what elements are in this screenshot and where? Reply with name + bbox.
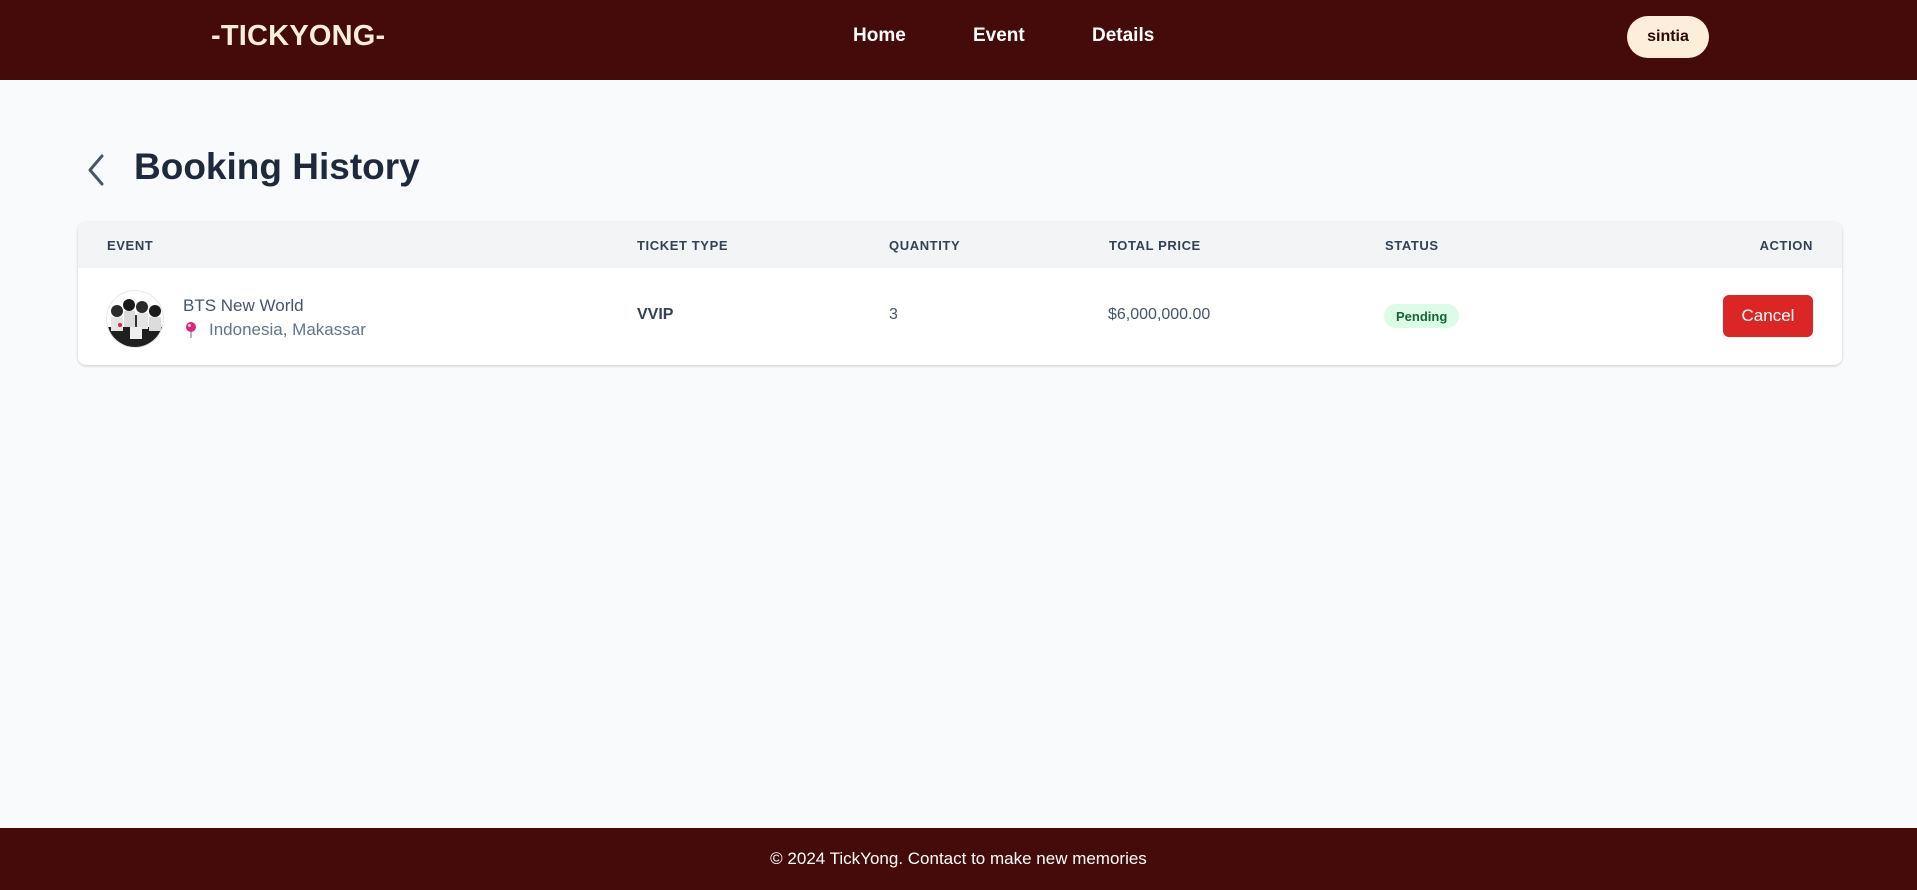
event-thumbnail-image (106, 290, 164, 348)
event-location: Indonesia, Makassar (183, 320, 366, 340)
top-navbar: -TICKYONG- Home Event Details sintia (0, 0, 1917, 80)
map-pin-icon (186, 322, 196, 338)
table-header: EVENT TICKET TYPE QUANTITY TOTAL PRICE S… (78, 222, 1842, 268)
nav-details-link[interactable]: Details (1092, 25, 1154, 47)
event-location-text: Indonesia, Makassar (209, 320, 366, 339)
quantity-cell: 3 (889, 306, 898, 323)
column-header-ticket-type: TICKET TYPE (637, 238, 729, 253)
booking-history-table: EVENT TICKET TYPE QUANTITY TOTAL PRICE S… (78, 222, 1842, 365)
column-header-quantity: QUANTITY (889, 238, 961, 253)
cancel-booking-button[interactable]: Cancel (1723, 295, 1813, 337)
column-header-status: STATUS (1385, 238, 1439, 253)
chevron-left-icon (88, 154, 104, 186)
column-header-action: ACTION (1759, 238, 1813, 253)
nav-home-link[interactable]: Home (853, 25, 906, 47)
user-menu-button[interactable]: sintia (1627, 16, 1709, 58)
nav-event-link[interactable]: Event (973, 25, 1025, 47)
total-price-cell: $6,000,000.00 (1108, 306, 1211, 323)
page-title: Booking History (134, 146, 420, 187)
column-header-total-price: TOTAL PRICE (1109, 238, 1201, 253)
ticket-type-cell: VVIP (637, 306, 674, 323)
status-badge: Pending (1384, 304, 1460, 328)
column-header-event: EVENT (107, 238, 154, 253)
table-row: BTS New World Indonesia, Makassar VVIP 3… (78, 268, 1842, 365)
brand-logo[interactable]: -TICKYONG- (211, 20, 385, 53)
footer-text: © 2024 TickYong. Contact to make new mem… (770, 849, 1147, 868)
back-button[interactable] (78, 150, 114, 190)
event-name: BTS New World (183, 296, 304, 315)
page-footer: © 2024 TickYong. Contact to make new mem… (0, 828, 1917, 890)
